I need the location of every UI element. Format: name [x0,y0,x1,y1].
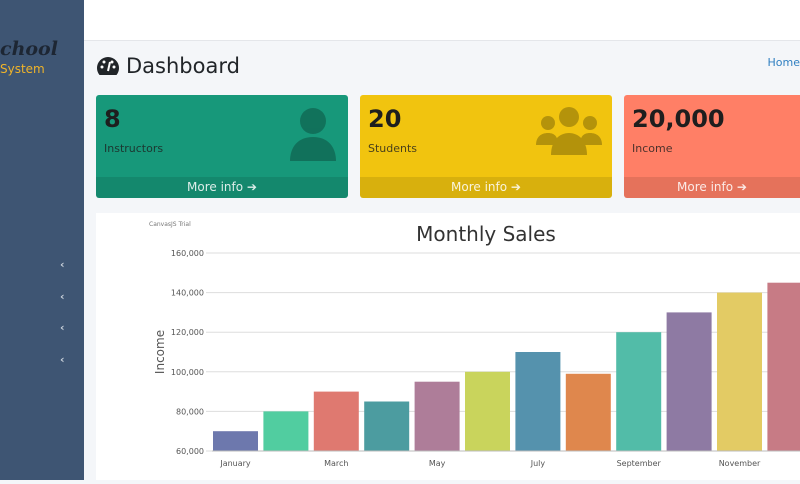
card-label: Instructors [104,142,164,155]
more-info-link[interactable]: More info ➔ [96,177,348,198]
page-title-text: Dashboard [126,54,240,78]
breadcrumb-home-link[interactable]: Home [768,56,800,69]
arrow-circle-right-icon: ➔ [246,180,257,194]
x-tick-label: November [719,459,761,468]
brand-logo-text: chool [0,38,58,60]
more-info-label: More info [451,180,508,194]
user-icon [290,108,336,161]
bar-june [465,371,510,451]
bar-april [364,401,410,451]
x-tick-label: September [617,459,662,468]
more-info-label: More info [677,180,734,194]
x-tick-label: May [429,459,446,468]
x-tick-label: January [219,459,251,468]
y-axis-label: Income [153,330,167,374]
y-tick-label: 140,000 [171,289,204,298]
bar-november [717,292,762,451]
card-value: 20,000 [632,105,725,133]
arrow-circle-right-icon: ➔ [510,180,521,194]
monthly-sales-chart: CanvasJS Trial Monthly Sales Income 60,000 8… [96,213,800,480]
bar-september [616,332,662,451]
chart-title: Monthly Sales [416,222,556,246]
card-label: Income [632,142,673,155]
income-card: 20,000 Income More info ➔ [624,95,800,198]
more-info-label: More info [187,180,244,194]
chart-watermark: CanvasJS Trial [149,221,191,228]
students-card: 20 Students More info ➔ [360,95,612,198]
brand-subtitle: System [0,62,45,76]
bar-february [263,411,309,451]
y-tick-label: 120,000 [171,328,204,337]
card-label: Students [368,142,418,155]
instructors-card: 8 Instructors More info ➔ [96,95,348,198]
bar-july [515,352,561,451]
bar-may [414,381,460,451]
bar-august [565,373,611,451]
users-icon [536,107,602,155]
bar-january [213,431,258,451]
chevron-left-icon[interactable]: ‹ [60,353,65,366]
y-tick-label: 160,000 [171,249,204,258]
y-tick-label: 100,000 [171,368,204,377]
arrow-circle-right-icon: ➔ [736,180,747,194]
top-navbar [84,0,800,41]
card-value: 20 [368,105,402,133]
bar-march [313,391,359,451]
more-info-link[interactable]: More info ➔ [360,177,612,198]
y-tick-label: 60,000 [176,447,204,456]
sidebar: chool System ‹ ‹ ‹ ‹ [0,0,84,480]
x-tick-label: July [530,459,546,468]
chevron-left-icon[interactable]: ‹ [60,290,65,303]
chevron-left-icon[interactable]: ‹ [60,321,65,334]
more-info-link[interactable]: More info ➔ [624,177,800,198]
card-value: 8 [104,105,121,133]
bar-december [767,282,800,451]
chart-svg: CanvasJS Trial Monthly Sales Income 60,000 8… [149,221,800,468]
x-tick-label: March [324,459,348,468]
bar-october [666,312,712,451]
chevron-left-icon[interactable]: ‹ [60,258,65,271]
y-tick-label: 80,000 [176,407,204,416]
tachometer-icon [97,57,119,75]
page-title: Dashboard [96,54,240,78]
